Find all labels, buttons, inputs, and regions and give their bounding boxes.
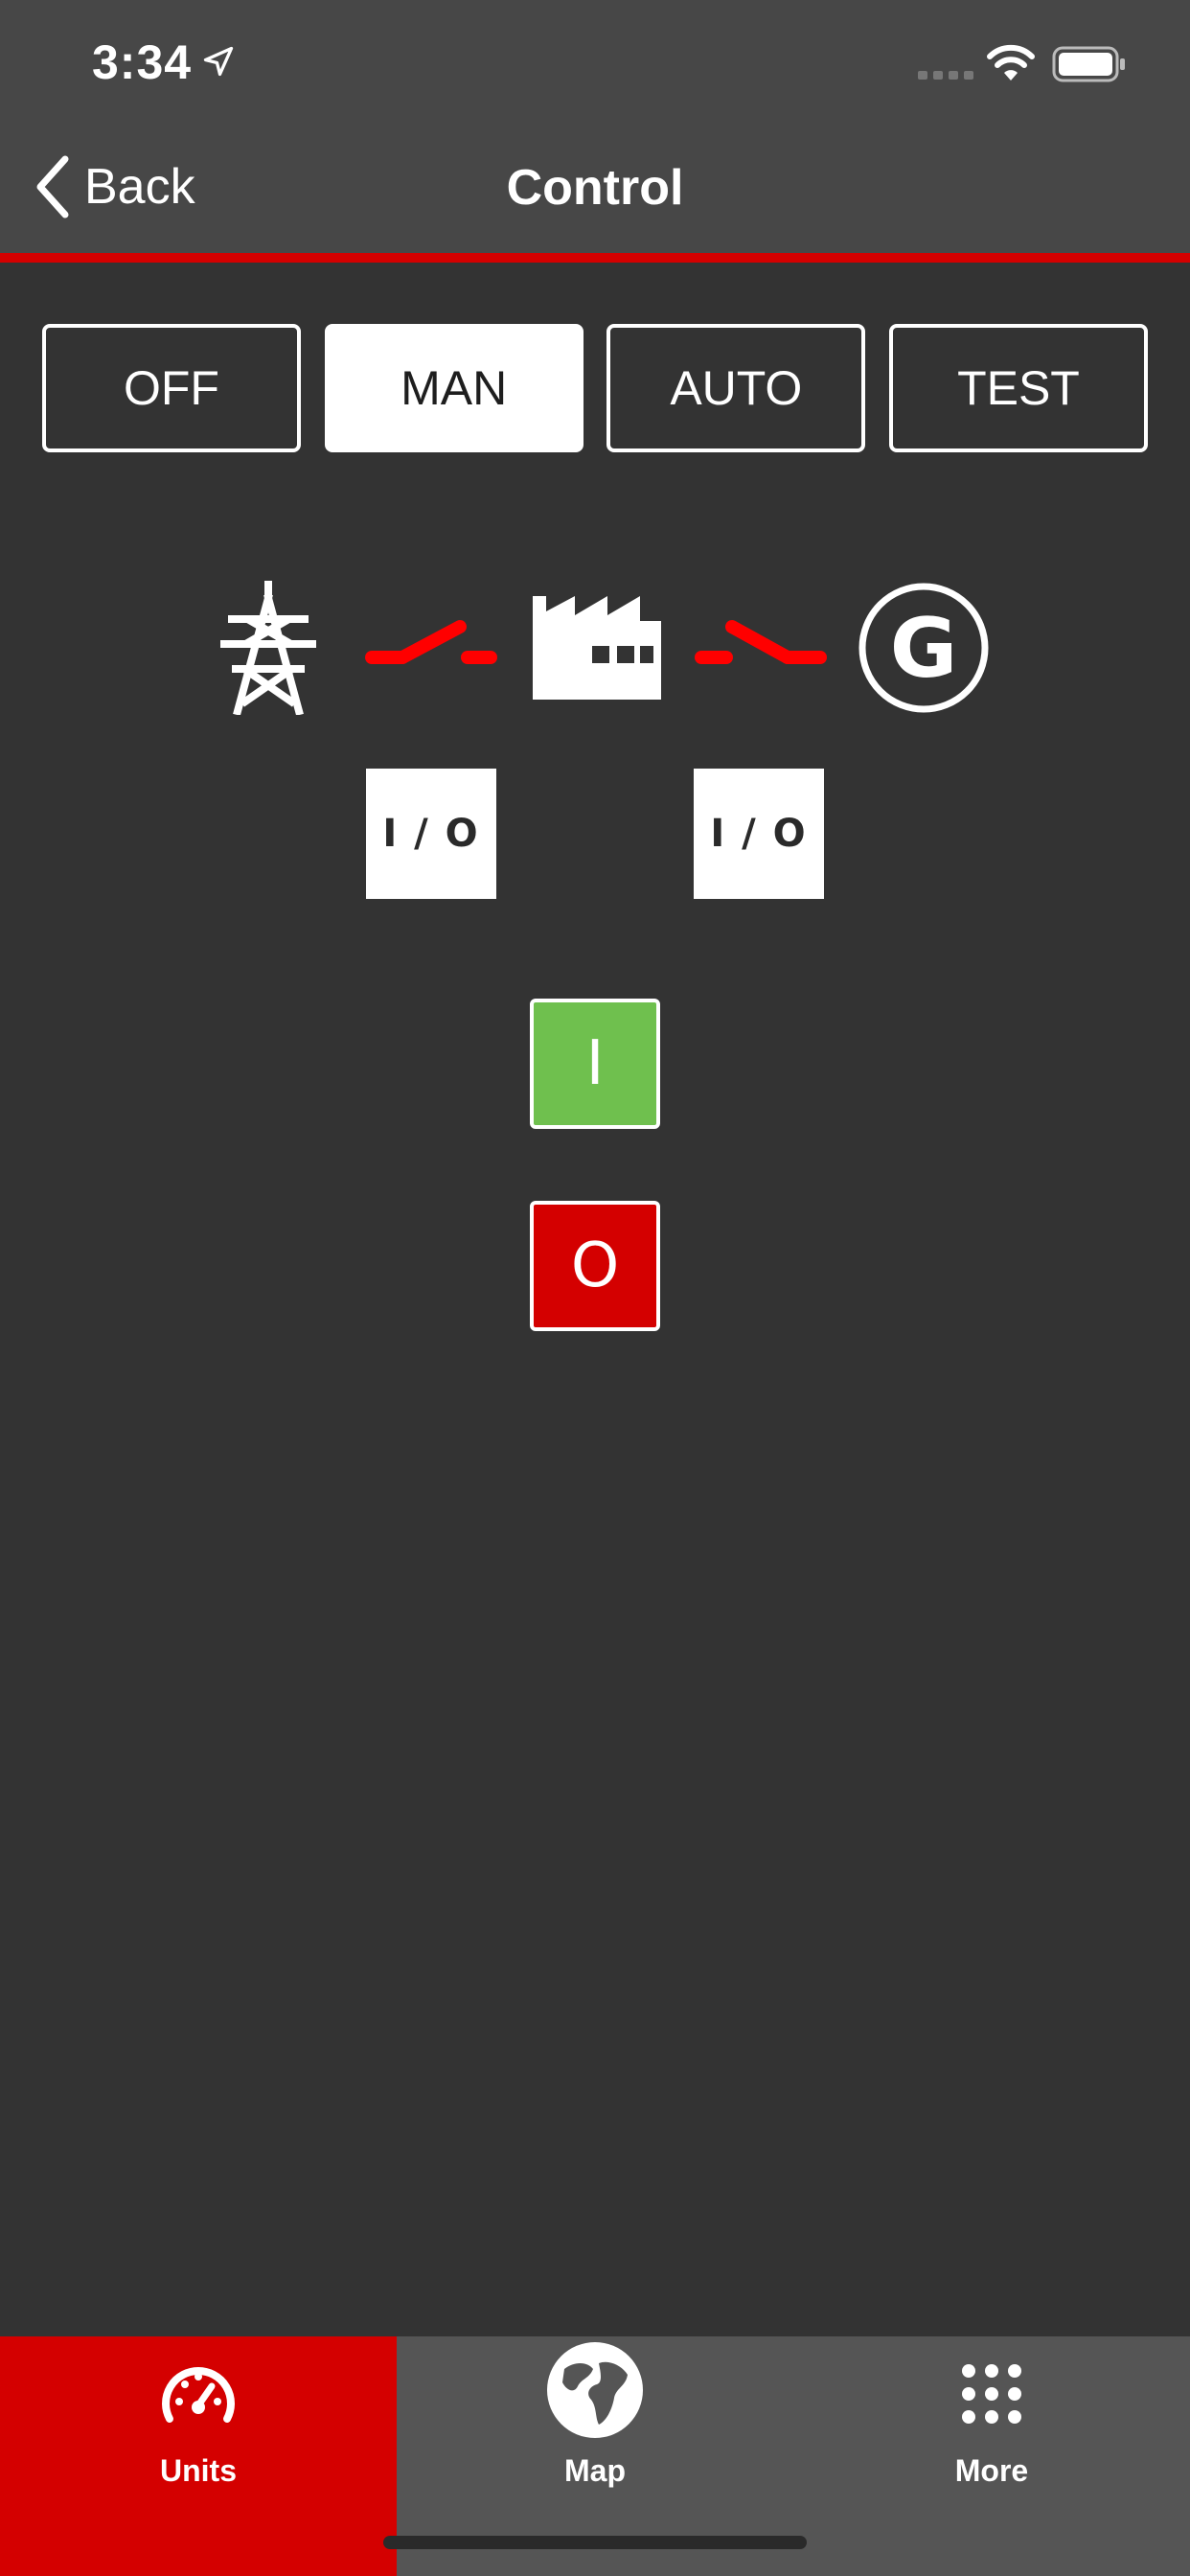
cellular-signal-icon [918,71,973,80]
tab-label: Map [564,2453,626,2488]
page-title: Control [506,160,684,216]
factory-icon [533,596,661,700]
generator-breaker-toggle-button[interactable]: I / O [694,769,824,899]
generator-letter: G [890,601,958,697]
stop-button[interactable]: O [530,1201,660,1331]
header-divider [0,253,1190,263]
mode-off-button[interactable]: OFF [42,324,301,452]
battery-icon [1052,46,1125,82]
tab-units[interactable]: Units [0,2336,397,2576]
globe-icon [547,2342,643,2438]
mode-test-button[interactable]: TEST [888,324,1148,452]
tab-label: Units [160,2453,237,2488]
mains-breaker-open-icon [365,620,497,664]
wifi-icon [987,44,1035,80]
generator-icon: G [858,583,989,713]
generator-breaker-open-icon [695,620,827,664]
status-time: 3:34 [92,35,193,89]
location-arrow-icon [203,46,234,77]
mode-auto-button[interactable]: AUTO [606,324,866,452]
grid-icon [962,2364,1021,2424]
tab-label: More [954,2453,1029,2488]
mode-man-button[interactable]: MAN [324,324,584,452]
power-pylon-icon [220,581,316,715]
start-button[interactable]: I [530,999,660,1129]
mains-breaker-toggle-button[interactable]: I / O [366,769,496,899]
home-indicator [383,2536,807,2549]
tab-more[interactable]: More [793,2336,1190,2576]
speedometer-icon [162,2367,235,2423]
mode-selector: OFF MAN AUTO TEST [42,324,1148,452]
